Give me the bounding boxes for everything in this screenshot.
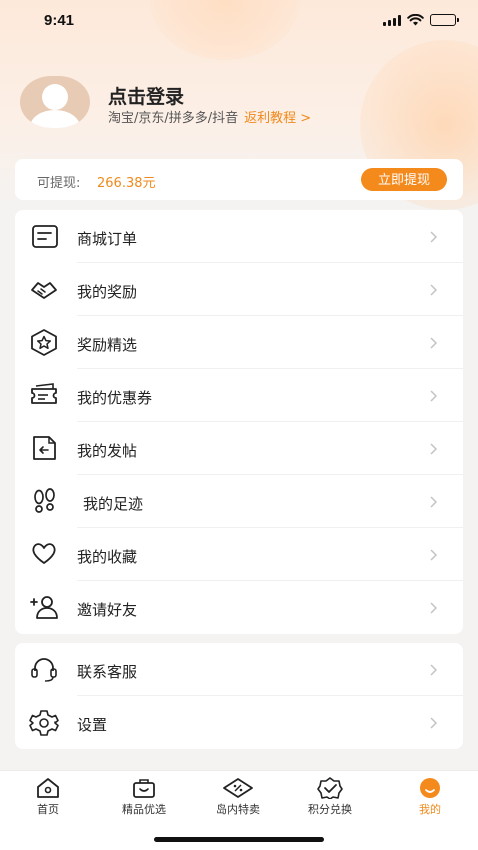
menu-item-coupons[interactable]: 我的优惠券 [15,369,463,422]
menu-label: 我的足迹 [83,495,144,513]
chevron-right-icon [430,337,438,349]
status-time: 9:41 [44,12,75,29]
menu-item-footprints[interactable]: 我的足迹 [15,475,463,528]
status-icons [383,14,459,26]
add-friend-icon [30,596,58,619]
menu-label: 我的优惠券 [77,389,153,407]
order-list-icon [32,225,58,248]
tab-points-exchange[interactable]: 积分兑换 [285,777,375,821]
tab-label: 我的 [419,803,441,816]
menu-label: 我的奖励 [77,283,138,301]
tab-label: 岛内特卖 [216,803,260,816]
secondary-menu-card: 联系客服 设置 [15,643,463,749]
chevron-right-icon [430,390,438,402]
chevron-right-icon [430,284,438,296]
menu-label: 商城订单 [77,230,138,248]
withdraw-button[interactable]: 立即提现 [361,168,447,191]
menu-item-my-posts[interactable]: 我的发帖 [15,422,463,475]
coupon-icon [31,383,57,404]
platforms-line: 淘宝/京东/拼多多/抖音 返利教程 > [108,107,311,126]
withdraw-card: 可提现: 266.38元 立即提现 [15,159,463,200]
star-hexagon-icon [31,329,57,356]
tab-featured[interactable]: 精品优选 [99,777,189,821]
home-icon [37,778,59,798]
chevron-right-icon [430,717,438,729]
menu-item-orders[interactable]: 商城订单 [15,210,463,263]
menu-item-settings[interactable]: 设置 [15,696,463,749]
menu-item-favorites[interactable]: 我的收藏 [15,528,463,581]
tab-home[interactable]: 首页 [3,777,93,821]
profile-blob-icon [420,778,440,798]
chevron-right-icon [430,664,438,676]
gear-icon [29,710,59,736]
menu-label: 联系客服 [77,663,138,681]
tab-label: 首页 [37,803,59,816]
main-menu-card: 商城订单 我的奖励 奖励精选 我的优惠券 我的发帖 我的足迹 我的收藏 邀请好友 [15,210,463,634]
menu-item-customer-service[interactable]: 联系客服 [15,643,463,696]
post-icon [33,436,56,460]
tab-mine[interactable]: 我的 [385,777,475,821]
status-bar: 9:41 [0,0,478,44]
headset-icon [31,658,57,682]
cellular-signal-icon [383,14,401,26]
heart-icon [32,543,56,564]
profile-header[interactable]: 点击登录 淘宝/京东/拼多多/抖音 返利教程 > [20,76,460,132]
home-indicator[interactable] [154,837,324,842]
sale-tag-icon [223,778,253,798]
chevron-right-icon [430,602,438,614]
tab-label: 精品优选 [122,803,166,816]
basket-icon [133,779,155,798]
menu-item-invite-friends[interactable]: 邀请好友 [15,581,463,634]
reward-handshake-icon [31,282,57,299]
menu-item-reward-picks[interactable]: 奖励精选 [15,316,463,369]
menu-label: 邀请好友 [77,601,138,619]
chevron-right-icon [430,443,438,455]
menu-label: 我的收藏 [77,548,138,566]
footprint-icon [34,488,55,513]
login-title[interactable]: 点击登录 [108,82,184,109]
tab-label: 积分兑换 [308,803,352,816]
menu-label: 我的发帖 [77,442,138,460]
menu-item-my-rewards[interactable]: 我的奖励 [15,263,463,316]
chevron-right-icon [430,496,438,508]
tab-island-sale[interactable]: 岛内特卖 [193,777,283,821]
menu-label: 设置 [77,716,108,734]
menu-label: 奖励精选 [77,336,138,354]
wifi-icon [407,14,424,26]
chevron-right-icon [430,549,438,561]
avatar[interactable] [20,76,90,128]
points-badge-icon [317,777,343,799]
withdraw-label: 可提现: [37,176,81,191]
rebate-tutorial-link[interactable]: 返利教程 > [244,111,311,126]
battery-icon [430,14,459,26]
chevron-right-icon [430,231,438,243]
platforms-text: 淘宝/京东/拼多多/抖音 [108,111,239,126]
withdraw-amount: 266.38元 [97,176,156,191]
